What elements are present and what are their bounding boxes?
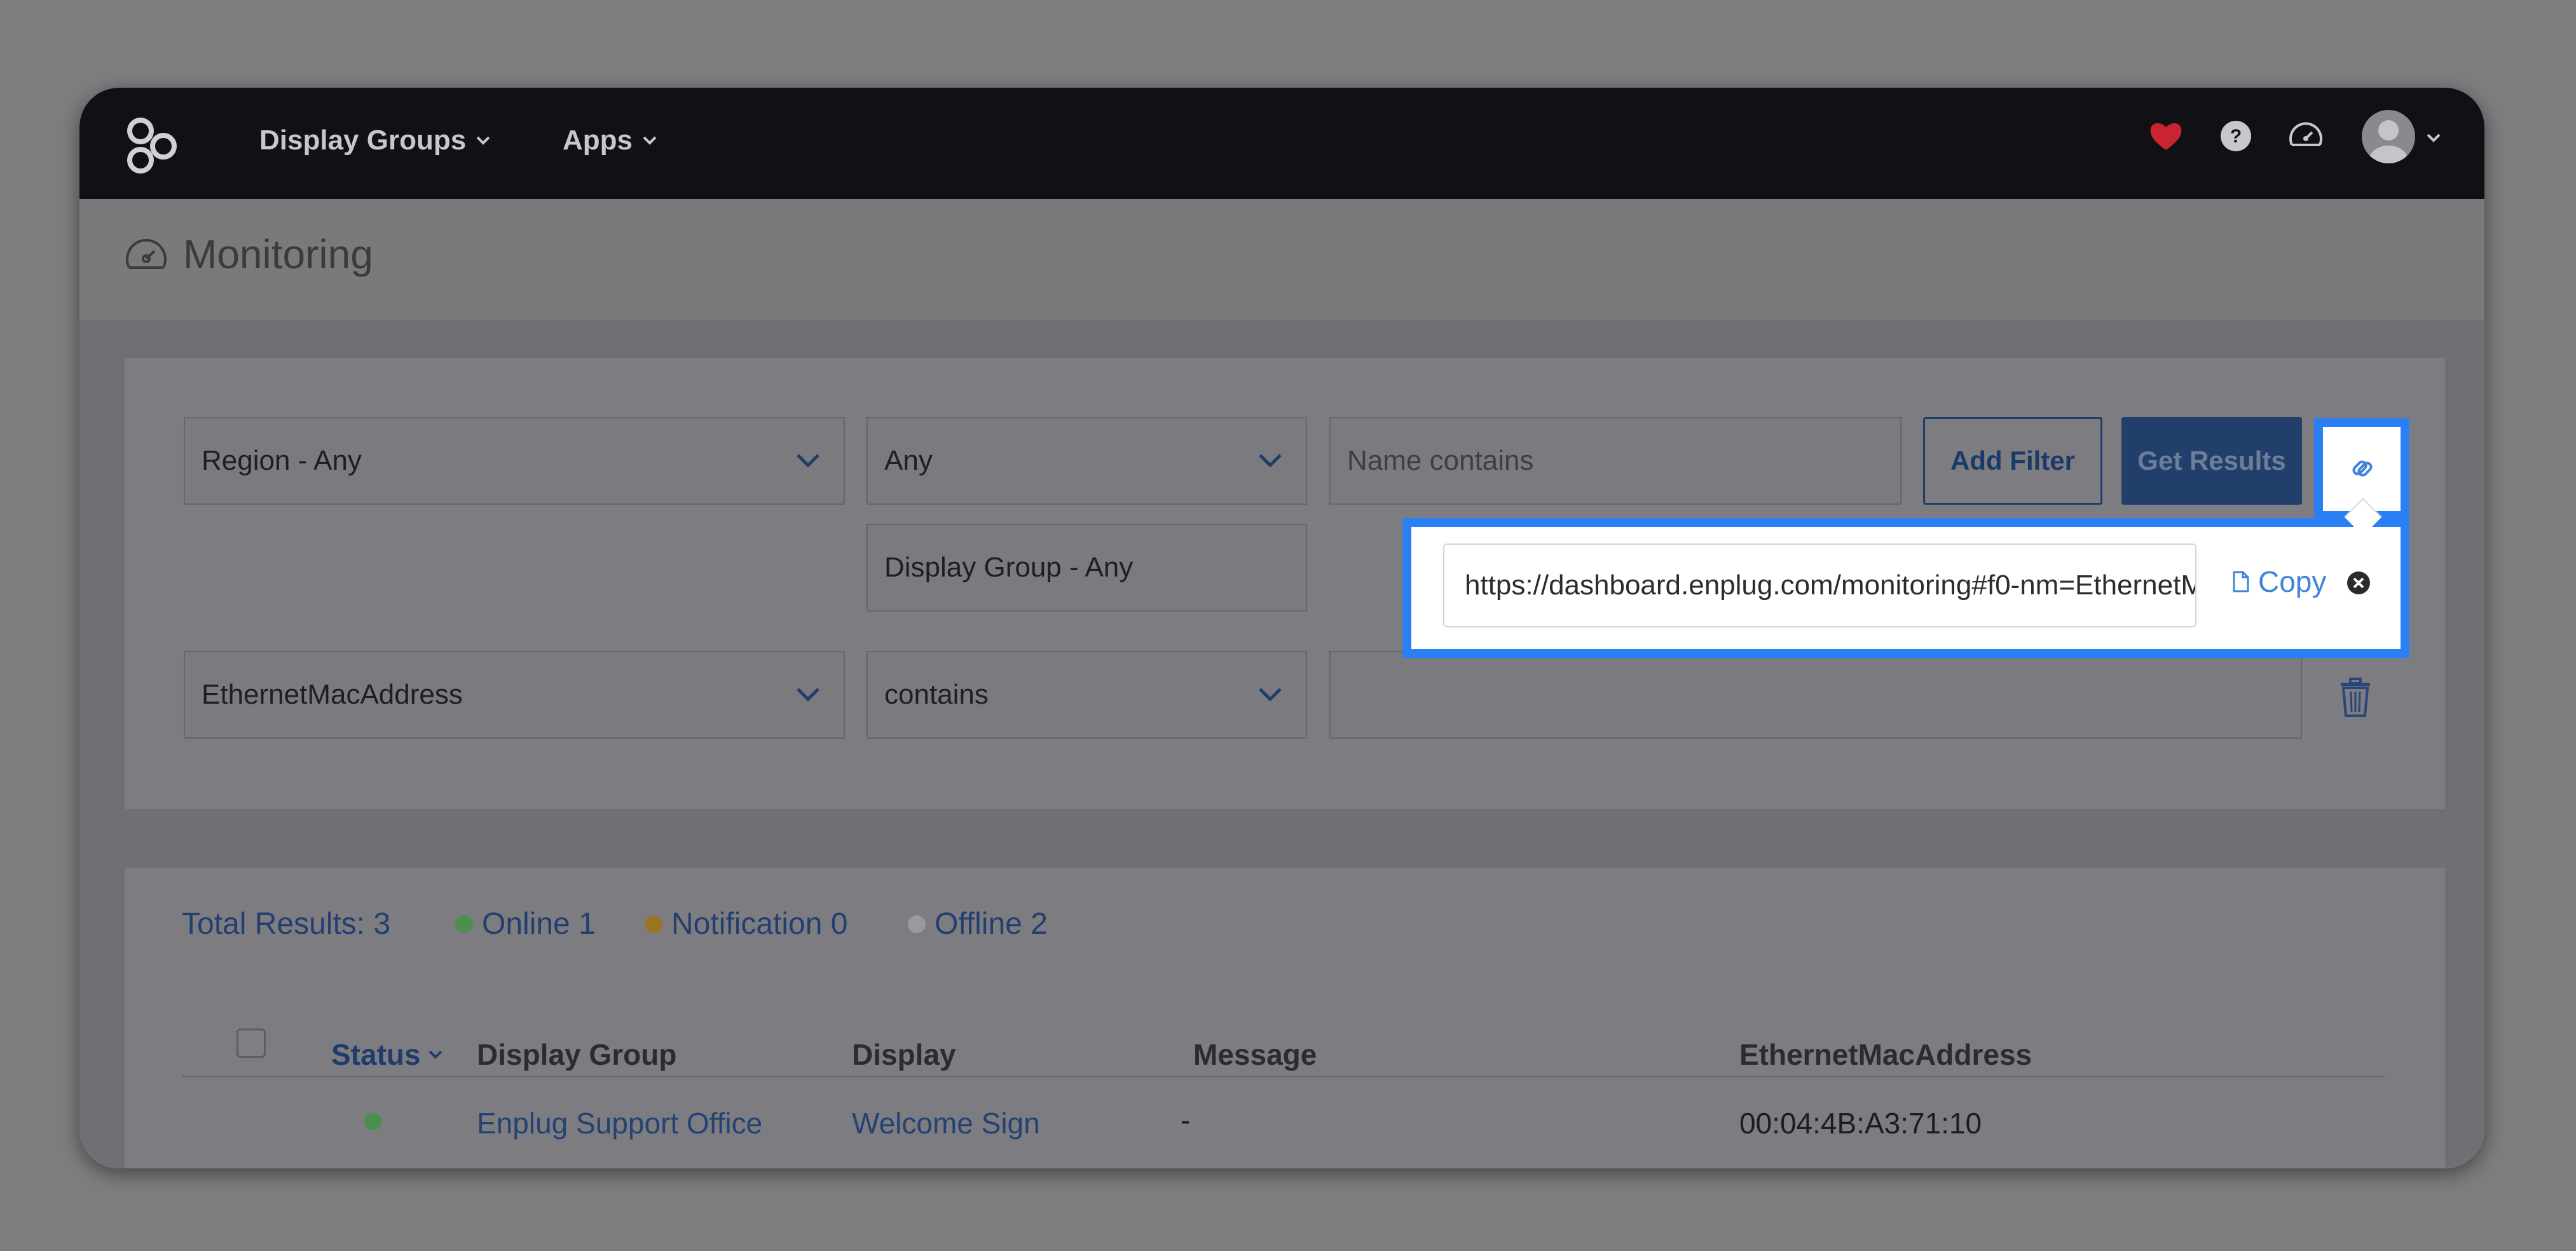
page-title: Monitoring	[183, 231, 373, 277]
display-group-select[interactable]: Display Group - Any	[867, 524, 1307, 612]
chevron-down-icon	[797, 688, 819, 702]
chevron-down-icon	[797, 454, 819, 468]
nav-display-groups-label: Display Groups	[259, 125, 467, 156]
chevron-down-icon	[1259, 454, 1282, 468]
page-header: Monitoring	[79, 199, 2484, 320]
chevron-down-icon	[476, 136, 490, 145]
monitoring-gauge-icon	[126, 239, 167, 269]
nav-apps-label: Apps	[563, 125, 633, 156]
enplug-logo-icon[interactable]	[121, 113, 182, 174]
name-contains-placeholder: Name contains	[1347, 445, 1534, 476]
row-display-link[interactable]: Welcome Sign	[852, 1106, 1040, 1140]
nav-display-groups[interactable]: Display Groups	[259, 125, 491, 156]
display-column-header[interactable]: Display	[852, 1037, 956, 1072]
filter-value-input[interactable]	[1329, 651, 2302, 739]
user-icon	[2369, 120, 2408, 163]
table-divider	[182, 1076, 2385, 1077]
total-results-label: Total Results: 3	[182, 907, 391, 941]
online-dot	[455, 915, 473, 933]
chevron-down-icon[interactable]	[2425, 130, 2442, 146]
help-icon[interactable]: ?	[2217, 117, 2255, 155]
offline-dot	[908, 915, 926, 933]
add-filter-button[interactable]: Add Filter	[1923, 417, 2102, 505]
copy-button-label: Copy	[2258, 565, 2327, 598]
monitoring-gauge-icon[interactable]	[2287, 117, 2325, 155]
offline-label: Offline 2	[935, 907, 1048, 941]
name-contains-input[interactable]: Name contains	[1329, 417, 1901, 505]
offline-filter-link[interactable]: Offline 2	[908, 906, 1048, 941]
notification-label: Notification 0	[671, 907, 848, 941]
chevron-down-icon	[1259, 688, 1282, 702]
status-column-header[interactable]: Status	[331, 1037, 444, 1072]
copy-button[interactable]: Copy	[2231, 564, 2326, 599]
mac-column-header[interactable]: EthernetMacAddress	[1739, 1037, 2032, 1072]
row-mac-address: 00:04:4B:A3:71:10	[1739, 1107, 1982, 1140]
region-select[interactable]: Region - Any	[184, 417, 845, 505]
nav-apps[interactable]: Apps	[563, 125, 658, 156]
close-icon[interactable]	[2346, 570, 2371, 596]
get-results-button[interactable]: Get Results	[2121, 417, 2302, 505]
online-filter-link[interactable]: Online 1	[455, 906, 596, 941]
filter-operator-value: contains	[884, 679, 989, 710]
notification-filter-link[interactable]: Notification 0	[645, 906, 847, 941]
chevron-down-icon	[643, 136, 657, 145]
status-select-value: Any	[884, 445, 933, 476]
share-url-input[interactable]	[1443, 543, 2196, 627]
row-message: -	[1181, 1104, 1191, 1137]
notification-dot	[645, 915, 662, 933]
row-status-online-dot	[364, 1112, 382, 1130]
trash-icon[interactable]	[2338, 678, 2373, 718]
display-group-column-header[interactable]: Display Group	[477, 1037, 676, 1072]
status-header-label: Status	[331, 1038, 421, 1071]
top-navbar: Display Groups Apps ?	[79, 88, 2484, 199]
total-results: Total Results: 3	[182, 906, 390, 941]
region-select-value: Region - Any	[202, 445, 362, 476]
link-icon	[2352, 460, 2373, 477]
filter-field-select[interactable]: EthernetMacAddress	[184, 651, 845, 739]
copy-icon	[2233, 571, 2249, 592]
heart-icon[interactable]	[2147, 117, 2185, 155]
filter-operator-select[interactable]: contains	[867, 651, 1307, 739]
filter-field-value: EthernetMacAddress	[202, 679, 463, 710]
user-avatar[interactable]	[2362, 110, 2415, 163]
status-select[interactable]: Any	[867, 417, 1307, 505]
online-label: Online 1	[482, 907, 596, 941]
select-all-checkbox[interactable]	[236, 1029, 266, 1058]
message-column-header[interactable]: Message	[1193, 1037, 1317, 1072]
row-display-group-link[interactable]: Enplug Support Office	[477, 1106, 762, 1140]
svg-text:?: ?	[2230, 126, 2242, 147]
chevron-down-icon	[428, 1050, 442, 1059]
display-group-select-value: Display Group - Any	[884, 552, 1134, 583]
